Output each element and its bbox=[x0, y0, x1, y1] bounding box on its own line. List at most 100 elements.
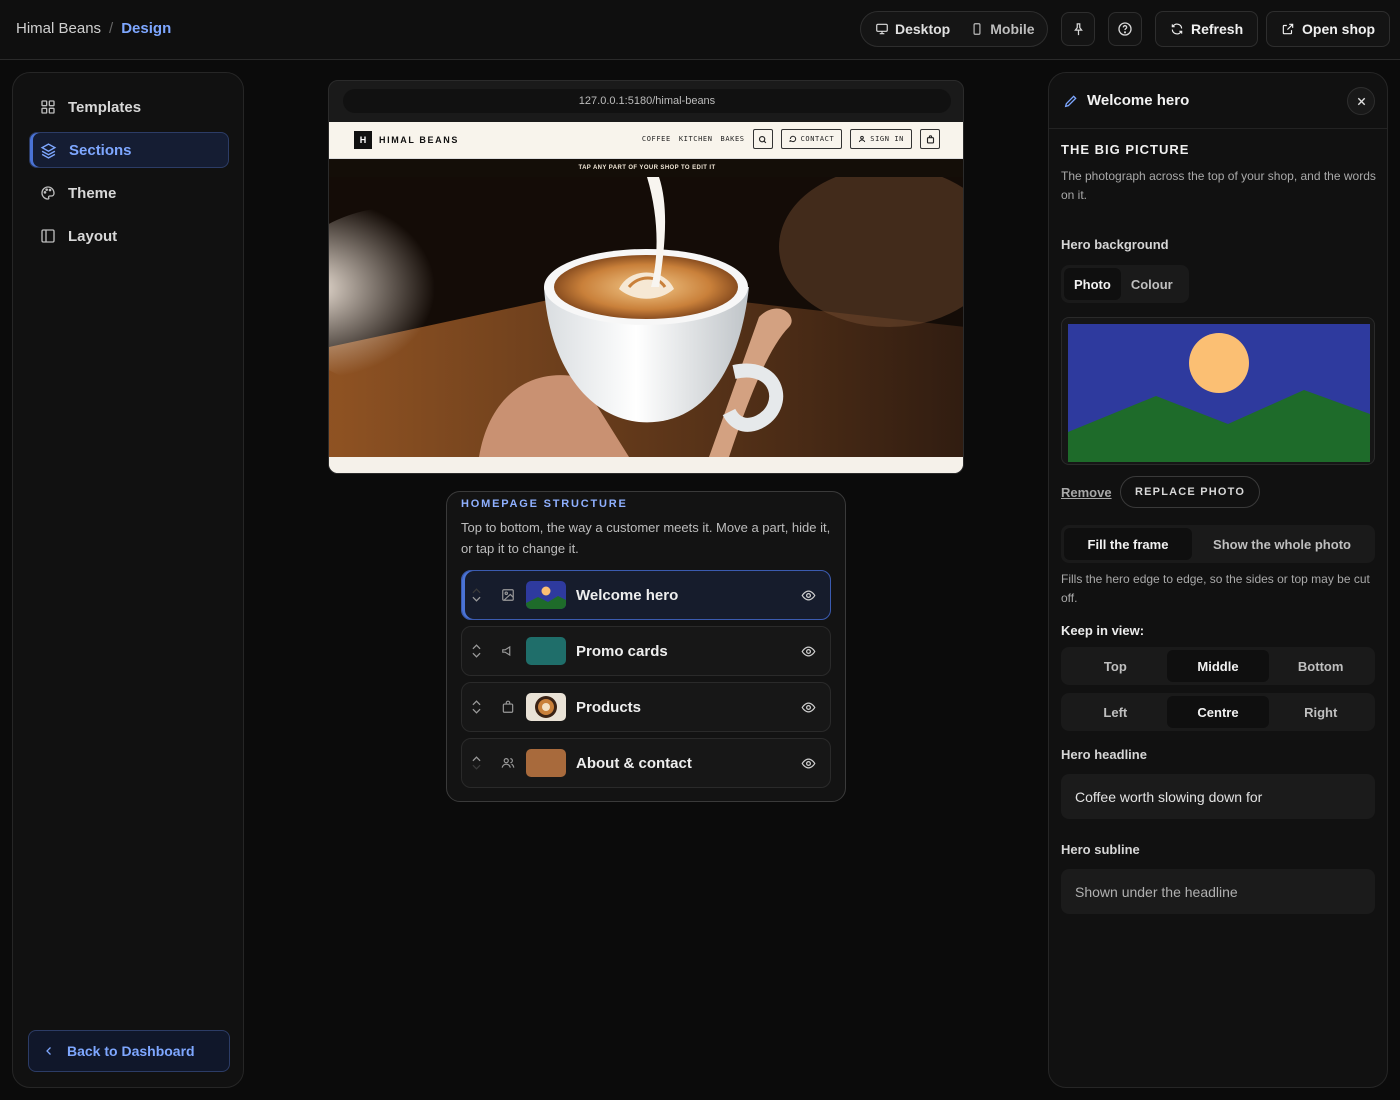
device-toggle: Desktop Mobile bbox=[860, 11, 1048, 47]
reorder-handle[interactable] bbox=[462, 756, 490, 770]
section-thumbnail bbox=[526, 749, 566, 777]
chevron-left-icon bbox=[46, 1047, 51, 1055]
toggle-visibility-button[interactable] bbox=[786, 756, 830, 771]
horizontal-focus-toggle: Left Centre Right bbox=[1061, 693, 1375, 731]
fit-show-whole[interactable]: Show the whole photo bbox=[1192, 528, 1372, 560]
reorder-handle[interactable] bbox=[462, 588, 490, 602]
tab-photo[interactable]: Photo bbox=[1064, 268, 1121, 300]
refresh-button[interactable]: Refresh bbox=[1155, 11, 1259, 47]
site-signin-button[interactable]: SIGN IN bbox=[850, 129, 912, 149]
open-shop-button[interactable]: Open shop bbox=[1266, 11, 1391, 47]
fit-hint: Fills the hero edge to edge, so the side… bbox=[1061, 572, 1370, 605]
hero-headline-input[interactable]: Coffee worth slowing down for bbox=[1061, 774, 1375, 819]
refresh-icon bbox=[1171, 23, 1183, 35]
sidebar-item-label: Templates bbox=[68, 98, 142, 116]
chevron-up-icon bbox=[471, 700, 481, 706]
replace-photo-button[interactable]: REPLACE PHOTO bbox=[1120, 476, 1261, 508]
site-nav-bakes[interactable]: BAKES bbox=[721, 135, 745, 143]
close-button[interactable] bbox=[1347, 87, 1375, 115]
section-row-label: About & contact bbox=[576, 754, 692, 772]
hero-photo[interactable] bbox=[329, 177, 963, 457]
focus-centre[interactable]: Centre bbox=[1166, 696, 1270, 728]
sidebar-item-templates[interactable]: Templates bbox=[29, 89, 229, 125]
placeholder-image bbox=[1068, 324, 1370, 462]
focus-top[interactable]: Top bbox=[1064, 650, 1167, 682]
section-row-welcome-hero[interactable]: Welcome hero bbox=[461, 570, 831, 620]
focus-right[interactable]: Right bbox=[1269, 696, 1372, 728]
sidebar-item-label: Theme bbox=[68, 184, 117, 202]
site-nav-kitchen[interactable]: KITCHEN bbox=[679, 135, 713, 143]
section-description: The photograph across the top of your sh… bbox=[1061, 169, 1376, 202]
external-link-icon bbox=[1282, 23, 1294, 35]
focus-left[interactable]: Left bbox=[1064, 696, 1167, 728]
breadcrumb-root[interactable]: Himal Beans bbox=[16, 20, 101, 37]
hero-background-label: Hero background bbox=[1061, 237, 1169, 252]
breadcrumb-separator: / bbox=[109, 20, 114, 37]
toggle-visibility-button[interactable] bbox=[786, 644, 830, 659]
hero-subline-input[interactable]: Shown under the headline bbox=[1061, 869, 1375, 914]
help-button[interactable] bbox=[1108, 12, 1142, 46]
user-icon bbox=[859, 135, 866, 143]
hero-background-tabs: Photo Colour bbox=[1061, 265, 1189, 303]
mobile-label: Mobile bbox=[990, 21, 1035, 37]
chevron-down-icon bbox=[471, 708, 481, 714]
chevron-up-icon bbox=[471, 756, 481, 762]
breadcrumb: Himal Beans / Design bbox=[16, 20, 171, 37]
users-icon bbox=[501, 758, 515, 768]
reorder-handle[interactable] bbox=[462, 700, 490, 714]
open-shop-label: Open shop bbox=[1302, 21, 1376, 37]
site-signin-label: SIGN IN bbox=[870, 135, 904, 143]
eye-icon bbox=[801, 645, 815, 657]
sidebar-nav: Templates Sections Theme Layout bbox=[29, 89, 229, 261]
shop-preview: 127.0.0.1:5180/himal-beans H HIMAL BEANS… bbox=[328, 80, 964, 474]
toggle-visibility-button[interactable] bbox=[786, 588, 830, 603]
pin-button[interactable] bbox=[1061, 12, 1095, 46]
preview-site[interactable]: H HIMAL BEANS COFFEE KITCHEN BAKES CONTA… bbox=[329, 122, 963, 473]
sidebar-item-layout[interactable]: Layout bbox=[29, 218, 229, 254]
search-icon bbox=[759, 135, 767, 143]
section-row-promo-cards[interactable]: Promo cards bbox=[461, 626, 831, 676]
back-label: Back to Dashboard bbox=[67, 1043, 195, 1059]
section-row-about-contact[interactable]: About & contact bbox=[461, 738, 831, 788]
panel-header: Welcome hero bbox=[1049, 73, 1387, 129]
reorder-handle[interactable] bbox=[462, 644, 490, 658]
site-search-button[interactable] bbox=[752, 129, 773, 149]
bag-icon bbox=[502, 700, 514, 713]
mobile-button[interactable]: Mobile bbox=[962, 15, 1042, 43]
fit-fill-frame[interactable]: Fill the frame bbox=[1064, 528, 1192, 560]
section-thumbnail bbox=[526, 693, 566, 721]
vertical-focus-toggle: Top Middle Bottom bbox=[1061, 647, 1375, 685]
back-to-dashboard-button[interactable]: Back to Dashboard bbox=[28, 1030, 230, 1072]
palette-icon bbox=[41, 186, 55, 200]
desktop-button[interactable]: Desktop bbox=[867, 15, 958, 43]
section-thumbnail bbox=[526, 581, 566, 609]
eye-icon bbox=[801, 589, 815, 601]
sidebar-item-theme[interactable]: Theme bbox=[29, 175, 229, 211]
site-contact-button[interactable]: CONTACT bbox=[780, 129, 843, 149]
homepage-structure-panel: HOMEPAGE STRUCTURE Top to bottom, the wa… bbox=[446, 491, 846, 802]
focus-middle[interactable]: Middle bbox=[1166, 650, 1270, 682]
remove-photo-link[interactable]: Remove bbox=[1061, 485, 1112, 500]
panel-title: Welcome hero bbox=[1087, 92, 1190, 109]
site-logo-mark: H bbox=[354, 131, 372, 149]
breadcrumb-current: Design bbox=[121, 20, 172, 37]
section-row-label: Welcome hero bbox=[576, 586, 679, 604]
toggle-visibility-button[interactable] bbox=[786, 700, 830, 715]
tab-colour[interactable]: Colour bbox=[1121, 268, 1183, 300]
site-header: H HIMAL BEANS COFFEE KITCHEN BAKES CONTA… bbox=[329, 122, 963, 159]
sidebar-item-sections[interactable]: Sections bbox=[29, 132, 229, 168]
site-nav-coffee[interactable]: COFFEE bbox=[642, 135, 671, 143]
hero-photo-preview[interactable] bbox=[1061, 317, 1375, 465]
section-row-products[interactable]: Products bbox=[461, 682, 831, 732]
focus-bottom[interactable]: Bottom bbox=[1269, 650, 1372, 682]
chevron-up-icon bbox=[471, 588, 481, 594]
site-nav: COFFEE KITCHEN BAKES CONTACT SIGN IN bbox=[642, 129, 940, 149]
sidebar-item-label: Sections bbox=[69, 141, 132, 159]
sidebar: Templates Sections Theme Layout Back to … bbox=[12, 72, 244, 1088]
keep-in-view-label: Keep in view: bbox=[1061, 623, 1145, 638]
chevron-down-icon bbox=[471, 764, 481, 770]
pin-icon bbox=[1073, 22, 1083, 35]
site-cart-button[interactable] bbox=[920, 129, 940, 149]
fit-mode-toggle: Fill the frame Show the whole photo bbox=[1061, 525, 1375, 563]
close-icon bbox=[1357, 97, 1365, 105]
